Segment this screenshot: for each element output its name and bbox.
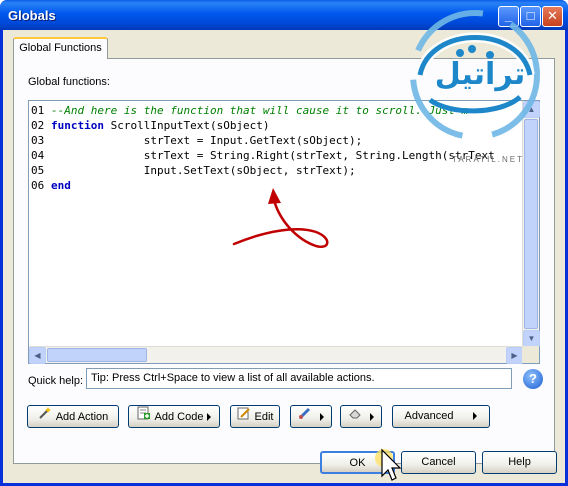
pencil-icon	[237, 406, 251, 428]
line-number: 06	[31, 179, 45, 192]
quick-help-field[interactable]: Tip: Press Ctrl+Space to view a list of …	[86, 368, 512, 389]
watermark-subtext: TARATIL.NET	[452, 155, 524, 164]
watermark-logo: تراتيل TARATIL.NET	[390, 5, 560, 175]
line-number: 01	[31, 104, 45, 117]
line-number: 03	[31, 134, 45, 147]
code-token: function	[51, 119, 104, 132]
format-dropdown-button[interactable]	[290, 405, 332, 428]
add-action-button[interactable]: Add Action	[27, 405, 119, 428]
scroll-right-icon[interactable]: ▶	[506, 347, 523, 364]
scrollbar-corner	[522, 346, 539, 363]
clear-dropdown-button[interactable]	[340, 405, 382, 428]
global-functions-label: Global functions:	[28, 76, 110, 88]
edit-label: Edit	[254, 410, 274, 423]
add-action-label: Add Action	[55, 410, 109, 423]
help-button[interactable]: Help	[482, 451, 557, 474]
eraser-icon	[348, 406, 362, 428]
tab-global-functions[interactable]: Global Functions	[13, 37, 108, 59]
edit-button[interactable]: Edit	[230, 405, 280, 428]
code-plus-icon	[137, 406, 151, 428]
horizontal-scrollbar[interactable]: ◀ ▶	[29, 346, 523, 364]
code-token: end	[51, 179, 71, 192]
help-question-icon[interactable]: ?	[523, 369, 543, 389]
scroll-down-icon[interactable]: ▼	[523, 330, 540, 347]
line-number: 05	[31, 164, 45, 177]
watermark-text: تراتيل	[434, 57, 526, 92]
window-title: Globals	[8, 8, 56, 23]
line-number: 04	[31, 149, 45, 162]
quick-help-label: Quick help:	[28, 375, 84, 387]
advanced-label: Advanced	[404, 410, 454, 422]
code-token: Input.SetText(sObject, strText);	[51, 164, 356, 177]
add-code-button[interactable]: Add Code	[128, 405, 220, 428]
code-token: ScrollInputText(sObject)	[103, 119, 270, 132]
wand-icon	[38, 406, 52, 428]
cancel-button[interactable]: Cancel	[401, 451, 476, 474]
annotation-arrow-icon	[232, 188, 329, 249]
brush-icon	[298, 406, 312, 428]
mouse-cursor-icon	[375, 448, 402, 481]
line-number: 02	[31, 119, 45, 132]
advanced-dropdown-button[interactable]: Advanced	[392, 405, 490, 428]
dialog-window: Globals _ □ ✕ Global Functions Global fu…	[0, 0, 568, 486]
add-code-label: Add Code	[154, 410, 204, 423]
code-token: strText = Input.GetText(sObject);	[51, 134, 363, 147]
horizontal-scroll-thumb[interactable]	[47, 348, 147, 362]
scroll-left-icon[interactable]: ◀	[29, 347, 46, 364]
